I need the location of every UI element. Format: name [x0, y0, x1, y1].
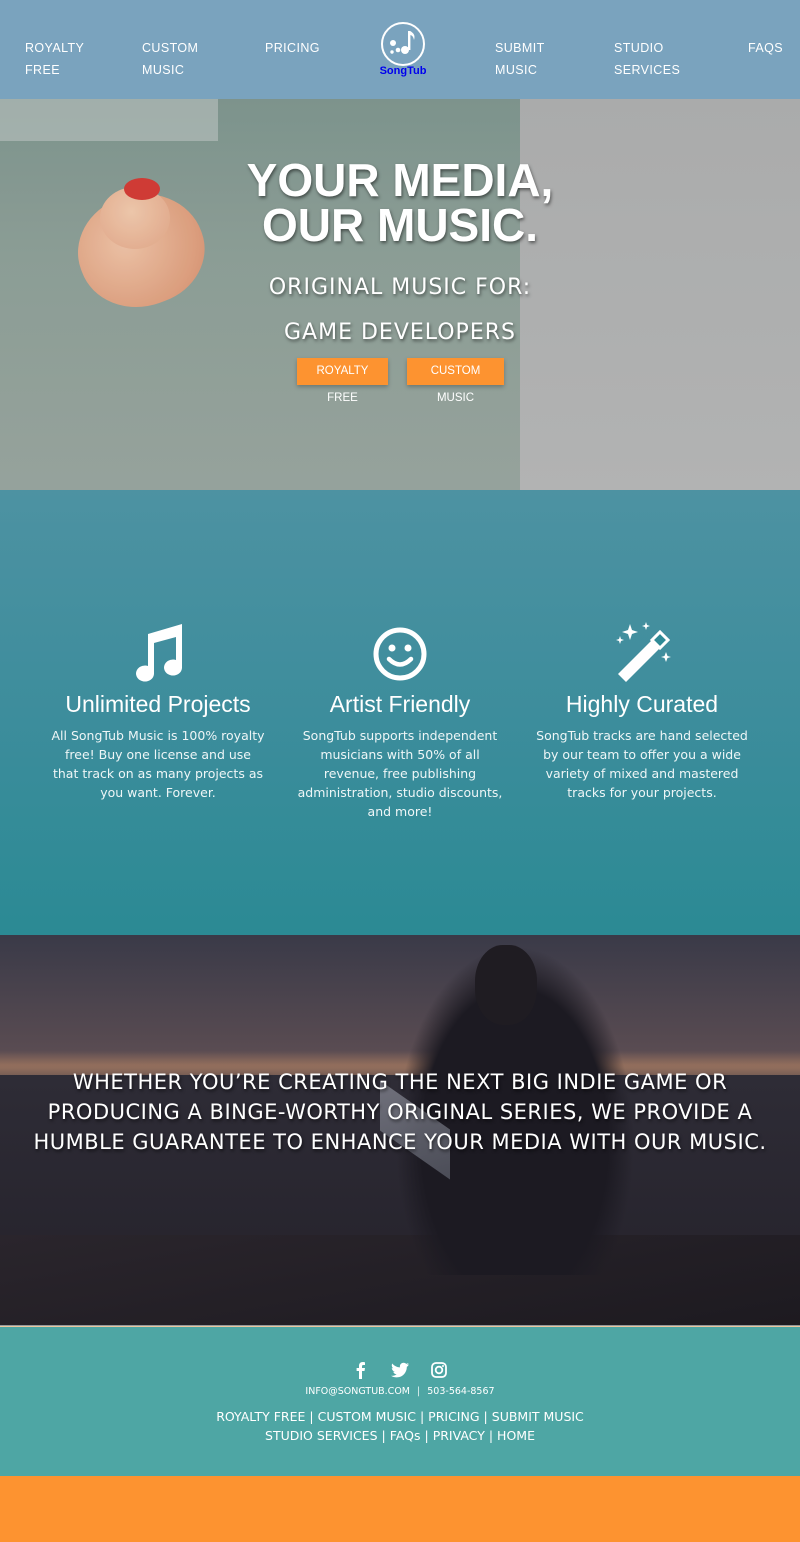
- smiley-icon: [373, 627, 427, 681]
- social-links: [0, 1359, 800, 1379]
- feature-artist-friendly: Artist Friendly SongTub supports indepen…: [293, 620, 507, 821]
- feature-text: All SongTub Music is 100% royalty free! …: [51, 728, 265, 800]
- nav-pricing[interactable]: PRICING: [265, 37, 320, 59]
- footer: INFO@SONGTUB.COM | 503-564-8567 ROYALTY …: [0, 1327, 800, 1476]
- nav-royalty-free[interactable]: ROYALTY FREE: [25, 37, 84, 81]
- separator: |: [309, 1409, 314, 1424]
- footer-link-faqs[interactable]: FAQs: [390, 1428, 421, 1443]
- quote-text: Whether you’re creating the next big ind…: [33, 1070, 767, 1154]
- facebook-icon[interactable]: [351, 1361, 371, 1379]
- feature-unlimited-projects: Unlimited Projects All SongTub Music is …: [51, 620, 265, 802]
- songtub-logo[interactable]: SongTub: [378, 22, 428, 80]
- hero-section: YOUR MEDIA, OUR MUSIC. ORIGINAL MUSIC FO…: [0, 99, 800, 490]
- nav-studio-services[interactable]: STUDIO SERVICES: [614, 37, 680, 81]
- feature-title: Unlimited Projects: [65, 691, 251, 717]
- phone-link[interactable]: 503-564-8567: [427, 1386, 494, 1397]
- separator: |: [483, 1409, 488, 1424]
- top-nav: ROYALTY FREE CUSTOM MUSIC PRICING SongTu…: [0, 0, 800, 99]
- separator: |: [488, 1428, 494, 1443]
- features-section: Unlimited Projects All SongTub Music is …: [0, 490, 800, 935]
- email-link[interactable]: INFO@SONGTUB.COM: [305, 1386, 410, 1397]
- feature-title: Artist Friendly: [329, 691, 471, 717]
- footer-link-privacy[interactable]: PRIVACY: [433, 1428, 485, 1443]
- person-head: [475, 945, 537, 1025]
- logo-text: SongTub: [379, 65, 427, 77]
- footer-links-row-2: STUDIO SERVICES | FAQs | PRIVACY | HOME: [0, 1426, 800, 1445]
- custom-music-button[interactable]: CUSTOM MUSIC: [407, 358, 504, 404]
- contact-info: INFO@SONGTUB.COM | 503-564-8567: [0, 1386, 800, 1398]
- separator: |: [417, 1386, 421, 1397]
- hero-subtitle: ORIGINAL MUSIC FOR:: [268, 275, 532, 300]
- twitter-icon[interactable]: [390, 1361, 410, 1379]
- footer-link-royalty-free[interactable]: ROYALTY FREE: [216, 1409, 305, 1424]
- footer-link-home[interactable]: HOME: [497, 1428, 535, 1443]
- feature-text: SongTub tracks are hand selected by our …: [536, 728, 748, 800]
- separator: |: [381, 1428, 386, 1443]
- separator: |: [424, 1428, 429, 1443]
- bottom-accent-bar: [0, 1476, 800, 1542]
- quote-section: Whether you’re creating the next big ind…: [0, 935, 800, 1326]
- hero-audience: GAME DEVELOPERS: [284, 320, 516, 345]
- instagram-icon[interactable]: [429, 1361, 449, 1379]
- royalty-free-button[interactable]: ROYALTY FREE: [297, 358, 388, 404]
- feature-title: Highly Curated: [565, 691, 719, 717]
- footer-links: ROYALTY FREE | CUSTOM MUSIC | PRICING | SUBMIT…: [0, 1407, 800, 1445]
- footer-links-row-1: ROYALTY FREE | CUSTOM MUSIC | PRICING | SUBMIT…: [0, 1407, 800, 1426]
- feature-text: SongTub supports independent musicians w…: [297, 728, 503, 819]
- hero-title: YOUR MEDIA, OUR MUSIC.: [246, 154, 554, 251]
- magic-wand-icon: [616, 622, 671, 682]
- footer-link-studio-services[interactable]: STUDIO SERVICES: [265, 1428, 377, 1443]
- footer-link-pricing[interactable]: PRICING: [428, 1409, 479, 1424]
- nav-custom-music[interactable]: CUSTOM MUSIC: [142, 37, 198, 81]
- footer-link-custom-music[interactable]: CUSTOM MUSIC: [318, 1409, 416, 1424]
- separator: |: [419, 1409, 425, 1424]
- logo-music-icon: [381, 22, 425, 66]
- footer-link-submit-music[interactable]: SUBMIT MUSIC: [492, 1409, 584, 1424]
- nav-faqs[interactable]: FAQs: [748, 37, 783, 59]
- music-note-icon: [136, 624, 182, 682]
- feature-highly-curated: Highly Curated SongTub tracks are hand s…: [535, 620, 749, 802]
- nav-submit-music[interactable]: SUBMIT MUSIC: [495, 37, 545, 81]
